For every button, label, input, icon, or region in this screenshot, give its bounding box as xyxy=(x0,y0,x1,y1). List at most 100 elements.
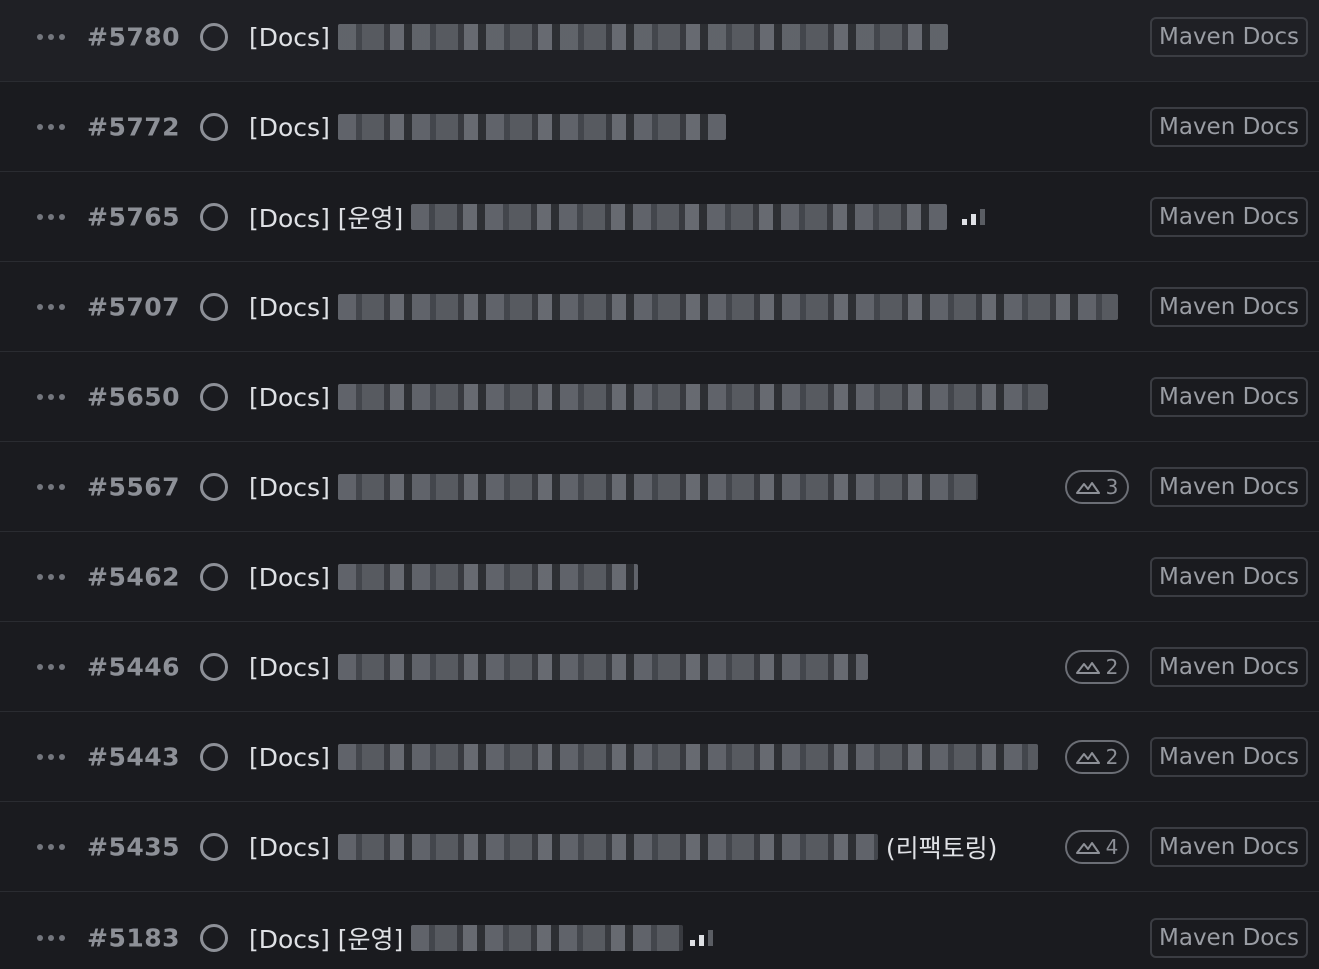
issue-title[interactable]: [Docs] xyxy=(249,17,948,57)
issue-row[interactable]: #5462 [Docs] Maven Docs xyxy=(0,533,1319,622)
redacted-title-text xyxy=(411,924,684,951)
issue-title[interactable]: [Docs] xyxy=(249,287,1118,327)
circle-status-icon[interactable] xyxy=(199,742,229,772)
mountain-estimate-icon xyxy=(1075,842,1100,854)
title-prefix: [Docs] xyxy=(249,382,330,412)
title-suffix: (리팩토링) xyxy=(885,834,998,863)
label-tag[interactable]: Maven Docs xyxy=(1150,377,1308,417)
redacted-title-text xyxy=(337,744,1038,770)
more-horizontal-icon[interactable] xyxy=(37,390,65,404)
label-tag[interactable]: Maven Docs xyxy=(1150,737,1308,777)
issue-row[interactable]: #5650 [Docs] Maven Docs xyxy=(0,353,1319,442)
priority-bars-icon[interactable] xyxy=(689,929,715,946)
title-prefix: [Docs] xyxy=(249,112,330,142)
issue-number: #5183 xyxy=(87,923,181,952)
label-tag[interactable]: Maven Docs xyxy=(1150,557,1308,597)
estimate-value: 2 xyxy=(1105,655,1119,679)
more-horizontal-icon[interactable] xyxy=(37,480,65,494)
mountain-estimate-icon xyxy=(1075,752,1100,764)
issue-title[interactable]: [Docs] xyxy=(249,647,868,687)
circle-status-icon[interactable] xyxy=(199,562,229,592)
more-horizontal-icon[interactable] xyxy=(37,570,65,584)
title-prefix: [Docs] xyxy=(249,292,330,322)
mountain-estimate-icon xyxy=(1075,482,1100,494)
estimate-badge[interactable]: 3 xyxy=(1065,470,1129,504)
redacted-title-text xyxy=(337,114,726,140)
priority-bars-icon[interactable] xyxy=(961,209,987,225)
circle-status-icon[interactable] xyxy=(199,292,229,322)
estimate-value: 4 xyxy=(1105,835,1119,859)
issue-row[interactable]: #5765 [Docs] [운영] Maven Docs xyxy=(0,173,1319,262)
circle-status-icon[interactable] xyxy=(199,652,229,682)
redacted-title-text xyxy=(337,24,948,50)
label-tag[interactable]: Maven Docs xyxy=(1150,197,1308,237)
more-horizontal-icon[interactable] xyxy=(37,30,65,44)
issue-title[interactable]: [Docs] [운영] xyxy=(249,918,684,958)
issue-title[interactable]: [Docs] [운영] xyxy=(249,197,948,237)
issue-number: #5567 xyxy=(87,472,181,502)
issue-number: #5446 xyxy=(87,652,181,682)
title-prefix: [Docs] [운영] xyxy=(249,924,404,954)
label-tag[interactable]: Maven Docs xyxy=(1150,467,1308,507)
title-prefix: [Docs] xyxy=(249,22,330,52)
title-prefix: [Docs] xyxy=(249,472,330,502)
circle-status-icon[interactable] xyxy=(199,22,229,52)
circle-status-icon[interactable] xyxy=(199,832,229,862)
redacted-title-text xyxy=(411,204,948,230)
estimate-badge[interactable]: 2 xyxy=(1065,740,1129,774)
issue-number: #5707 xyxy=(87,292,181,322)
issue-row[interactable]: #5707 [Docs] Maven Docs xyxy=(0,263,1319,352)
issue-list: #5780 [Docs] Maven Docs #5772 [Docs] Mav… xyxy=(0,0,1319,969)
more-horizontal-icon[interactable] xyxy=(37,120,65,134)
more-horizontal-icon[interactable] xyxy=(37,300,65,314)
issue-number: #5443 xyxy=(87,742,181,772)
label-tag[interactable]: Maven Docs xyxy=(1150,287,1308,327)
more-horizontal-icon[interactable] xyxy=(37,750,65,764)
label-tag[interactable]: Maven Docs xyxy=(1150,17,1308,57)
circle-status-icon[interactable] xyxy=(199,112,229,142)
redacted-title-text xyxy=(337,474,978,500)
issue-title[interactable]: [Docs] xyxy=(249,557,638,597)
more-horizontal-icon[interactable] xyxy=(37,840,65,854)
circle-status-icon[interactable] xyxy=(199,202,229,232)
estimate-value: 2 xyxy=(1105,745,1119,769)
redacted-title-text xyxy=(337,384,1048,410)
label-tag[interactable]: Maven Docs xyxy=(1150,827,1308,867)
label-tag[interactable]: Maven Docs xyxy=(1150,917,1308,958)
title-prefix: [Docs] xyxy=(249,652,330,682)
title-prefix: [Docs] [운영] xyxy=(249,204,404,233)
estimate-value: 3 xyxy=(1105,475,1119,499)
issue-row[interactable]: #5446 [Docs] 2 Maven Docs xyxy=(0,623,1319,712)
issue-number: #5462 xyxy=(87,562,181,592)
issue-row[interactable]: #5780 [Docs] Maven Docs xyxy=(0,0,1319,82)
issue-number: #5435 xyxy=(87,832,181,862)
circle-status-icon[interactable] xyxy=(199,923,229,953)
label-tag[interactable]: Maven Docs xyxy=(1150,107,1308,147)
estimate-badge[interactable]: 4 xyxy=(1065,830,1129,864)
issue-row[interactable]: #5435 [Docs] (리팩토링) 4 Maven Docs xyxy=(0,803,1319,892)
title-prefix: [Docs] xyxy=(249,562,330,592)
issue-number: #5780 xyxy=(87,22,181,52)
redacted-title-text xyxy=(337,654,868,680)
redacted-title-text xyxy=(337,564,638,590)
issue-row[interactable]: #5183 [Docs] [운영] Maven Docs xyxy=(0,893,1319,969)
issue-title[interactable]: [Docs] xyxy=(249,737,1038,777)
mountain-estimate-icon xyxy=(1075,662,1100,674)
issue-title[interactable]: [Docs] xyxy=(249,467,978,507)
more-horizontal-icon[interactable] xyxy=(37,660,65,674)
estimate-badge[interactable]: 2 xyxy=(1065,650,1129,684)
issue-title[interactable]: [Docs] xyxy=(249,107,726,147)
issue-title[interactable]: [Docs] xyxy=(249,377,1048,417)
more-horizontal-icon[interactable] xyxy=(37,931,65,945)
issue-row[interactable]: #5567 [Docs] 3 Maven Docs xyxy=(0,443,1319,532)
circle-status-icon[interactable] xyxy=(199,382,229,412)
more-horizontal-icon[interactable] xyxy=(37,210,65,224)
title-prefix: [Docs] xyxy=(249,742,330,772)
issue-number: #5650 xyxy=(87,382,181,412)
circle-status-icon[interactable] xyxy=(199,472,229,502)
issue-row[interactable]: #5443 [Docs] 2 Maven Docs xyxy=(0,713,1319,802)
issue-number: #5765 xyxy=(87,202,181,232)
issue-title[interactable]: [Docs] (리팩토링) xyxy=(249,827,997,867)
issue-row[interactable]: #5772 [Docs] Maven Docs xyxy=(0,83,1319,172)
label-tag[interactable]: Maven Docs xyxy=(1150,647,1308,687)
